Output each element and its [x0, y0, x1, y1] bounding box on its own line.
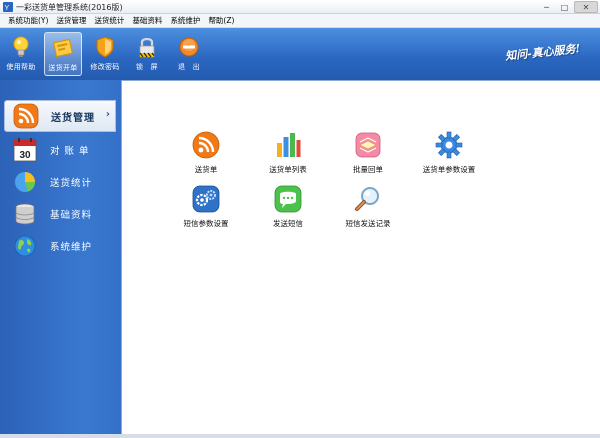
toolbar-help-label: 使用帮助	[6, 63, 36, 71]
toolbar-exit-label: 退 出	[178, 63, 200, 71]
menu-bar: 系统功能(Y) 送货管理 送货统计 基础资料 系统维护 帮助(Z)	[0, 14, 600, 28]
database-icon	[15, 203, 35, 225]
main-content: 送货单 送货单列表 批量回单 送货单参数设置 短信参数设置 发送短信 短信发送记…	[121, 80, 600, 434]
delivery-note-shortcut[interactable]: 送货单	[166, 131, 246, 175]
chat-icon	[274, 185, 302, 213]
slogan: 知问-真心服务!	[504, 42, 581, 63]
close-button[interactable]: ✕	[574, 1, 598, 13]
sms-log-shortcut[interactable]: 短信发送记录	[328, 185, 408, 229]
svg-text:Y: Y	[5, 5, 10, 12]
maximize-button[interactable]: □	[556, 1, 573, 13]
sidebar: 送货管理 › 30 对 账 单 送货统计 基础资料 系统维护	[0, 80, 121, 434]
lock-icon	[139, 37, 155, 58]
menu-basic-data[interactable]: 基础资料	[128, 14, 166, 28]
sidebar-item-delivery-statistics[interactable]: 送货统计	[4, 166, 114, 198]
menu-system-functions[interactable]: 系统功能(Y)	[4, 14, 52, 28]
gears-icon	[192, 185, 220, 213]
stack-icon	[355, 132, 381, 158]
toolbar-exit-button[interactable]: 退 出	[170, 32, 208, 76]
toolbar-help-button[interactable]: 使用帮助	[2, 32, 40, 76]
sidebar-item-statement[interactable]: 30 对 账 单	[4, 134, 114, 166]
gear-icon	[435, 131, 463, 159]
sidebar-item-label: 送货统计	[50, 178, 93, 189]
send-sms-shortcut[interactable]: 发送短信	[248, 185, 328, 229]
delivery-settings-shortcut[interactable]: 送货单参数设置	[409, 131, 489, 175]
bottom-border	[0, 434, 600, 438]
rss-icon	[192, 131, 220, 159]
exit-icon	[179, 37, 199, 57]
toolbar-lock-screen-button[interactable]: 锁 屏	[128, 32, 166, 76]
ticket-icon	[53, 38, 73, 58]
shield-icon	[96, 36, 114, 58]
toolbar-change-password-button[interactable]: 修改密码	[86, 32, 124, 76]
sidebar-item-label: 送货管理	[51, 112, 95, 124]
shortcut-label: 送货单参数设置	[422, 165, 476, 174]
menu-delivery-statistics[interactable]: 送货统计	[90, 14, 128, 28]
shortcut-label: 送货单	[194, 165, 218, 174]
shortcut-label: 发送短信	[273, 219, 303, 228]
rss-icon	[13, 103, 39, 129]
chevron-right-icon: ›	[105, 109, 110, 120]
app-logo-icon: Y	[3, 2, 13, 12]
lightbulb-icon	[13, 36, 29, 57]
calendar-icon: 30	[13, 138, 37, 162]
sidebar-item-basic-data[interactable]: 基础资料	[4, 198, 114, 230]
menu-system-maintenance[interactable]: 系统维护	[166, 14, 204, 28]
globe-icon	[14, 235, 36, 257]
shortcut-label: 送货单列表	[269, 165, 307, 174]
toolbar: 使用帮助 送货开单 修改密码 锁 屏 退 出 知问-真心服务!	[0, 28, 600, 80]
toolbar-new-delivery-label: 送货开单	[48, 64, 78, 72]
minimize-button[interactable]: ─	[538, 1, 555, 13]
menu-delivery-management[interactable]: 送货管理	[52, 14, 90, 28]
window-title: 一彩送货单管理系统(2016版)	[16, 3, 123, 12]
bar-chart-icon	[277, 133, 301, 157]
pie-chart-icon	[15, 172, 35, 192]
delivery-list-shortcut[interactable]: 送货单列表	[248, 131, 328, 175]
sidebar-item-label: 系统维护	[50, 242, 93, 253]
sms-settings-shortcut[interactable]: 短信参数设置	[166, 185, 246, 229]
toolbar-lock-screen-label: 锁 屏	[136, 63, 158, 71]
menu-help[interactable]: 帮助(Z)	[204, 14, 238, 28]
sidebar-item-label: 对 账 单	[50, 146, 90, 157]
shortcut-label: 短信参数设置	[183, 219, 229, 228]
sidebar-item-system-maintenance[interactable]: 系统维护	[4, 230, 114, 262]
title-bar: Y 一彩送货单管理系统(2016版) ─ □ ✕	[0, 0, 600, 14]
magnifier-icon	[355, 187, 379, 211]
sidebar-item-delivery-management[interactable]: 送货管理 ›	[4, 100, 116, 132]
shortcut-label: 短信发送记录	[345, 219, 391, 228]
calendar-day: 30	[19, 150, 31, 161]
batch-return-shortcut[interactable]: 批量回单	[328, 131, 408, 175]
shortcut-label: 批量回单	[353, 165, 383, 174]
sidebar-item-label: 基础资料	[50, 210, 93, 221]
toolbar-new-delivery-button[interactable]: 送货开单	[44, 32, 82, 76]
toolbar-change-password-label: 修改密码	[90, 63, 120, 71]
